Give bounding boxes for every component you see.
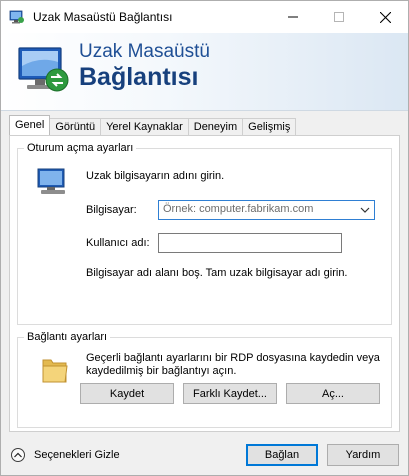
tab-experience[interactable]: Deneyim	[187, 118, 244, 135]
maximize-button[interactable]	[316, 1, 362, 33]
close-icon	[379, 11, 391, 23]
computer-name-note: Bilgisayar adı alanı boş. Tam uzak bilgi…	[86, 267, 348, 279]
folder-icon	[42, 359, 68, 383]
connection-settings-group: Bağlantı ayarları Geçerli bağlantı ayarl…	[17, 331, 392, 428]
hide-options-link[interactable]: Seçenekleri Gizle	[34, 449, 120, 461]
tab-display[interactable]: Görüntü	[49, 118, 102, 135]
maximize-icon	[334, 12, 344, 22]
open-button[interactable]: Aç...	[286, 383, 380, 404]
banner-title-line1: Uzak Masaüstü	[79, 41, 210, 62]
chevron-down-icon[interactable]	[360, 205, 370, 215]
logon-instruction: Uzak bilgisayarın adını girin.	[86, 170, 225, 182]
tab-advanced[interactable]: Gelişmiş	[242, 118, 297, 135]
header-banner: Uzak Masaüstü Bağlantısı	[1, 33, 408, 111]
logon-settings-group: Oturum açma ayarları Uzak bilgisayarın a…	[17, 142, 392, 325]
chevron-up-icon	[14, 452, 22, 458]
banner-title-line2: Bağlantısı	[79, 63, 199, 91]
tab-general[interactable]: Genel	[9, 115, 51, 135]
window-title: Uzak Masaüstü Bağlantısı	[33, 10, 173, 24]
username-field[interactable]	[158, 233, 342, 253]
computer-combobox[interactable]: Örnek: computer.fabrikam.com	[158, 200, 375, 220]
title-bar[interactable]: Uzak Masaüstü Bağlantısı	[1, 1, 408, 33]
logon-settings-legend: Oturum açma ayarları	[24, 142, 137, 154]
connection-description-line2: kaydedilmiş bir bağlantıyı açın.	[86, 365, 237, 377]
close-button[interactable]	[362, 1, 408, 33]
remote-desktop-logo-icon	[18, 47, 69, 92]
computer-icon	[37, 168, 65, 194]
computer-label: Bilgisayar:	[86, 204, 137, 216]
save-as-button[interactable]: Farklı Kaydet...	[183, 383, 277, 404]
help-button[interactable]: Yardım	[327, 444, 399, 466]
connection-settings-legend: Bağlantı ayarları	[24, 331, 111, 343]
remote-desktop-icon	[9, 10, 24, 24]
tab-local-resources[interactable]: Yerel Kaynaklar	[100, 118, 189, 135]
username-label: Kullanıcı adı:	[86, 237, 150, 249]
general-tab-panel: Oturum açma ayarları Uzak bilgisayarın a…	[9, 135, 400, 432]
connection-description-line1: Geçerli bağlantı ayarlarını bir RDP dosy…	[86, 352, 380, 364]
computer-placeholder: Örnek: computer.fabrikam.com	[163, 203, 314, 215]
minimize-icon	[288, 16, 298, 18]
save-button[interactable]: Kaydet	[80, 383, 174, 404]
connect-button[interactable]: Bağlan	[246, 444, 318, 466]
minimize-button[interactable]	[270, 1, 316, 33]
remote-desktop-window: Uzak Masaüstü Bağlantısı Uzak Masaüstü B…	[0, 0, 409, 476]
hide-options-toggle[interactable]	[11, 448, 25, 462]
tab-strip: Genel Görüntü Yerel Kaynaklar Deneyim Ge…	[9, 115, 297, 135]
